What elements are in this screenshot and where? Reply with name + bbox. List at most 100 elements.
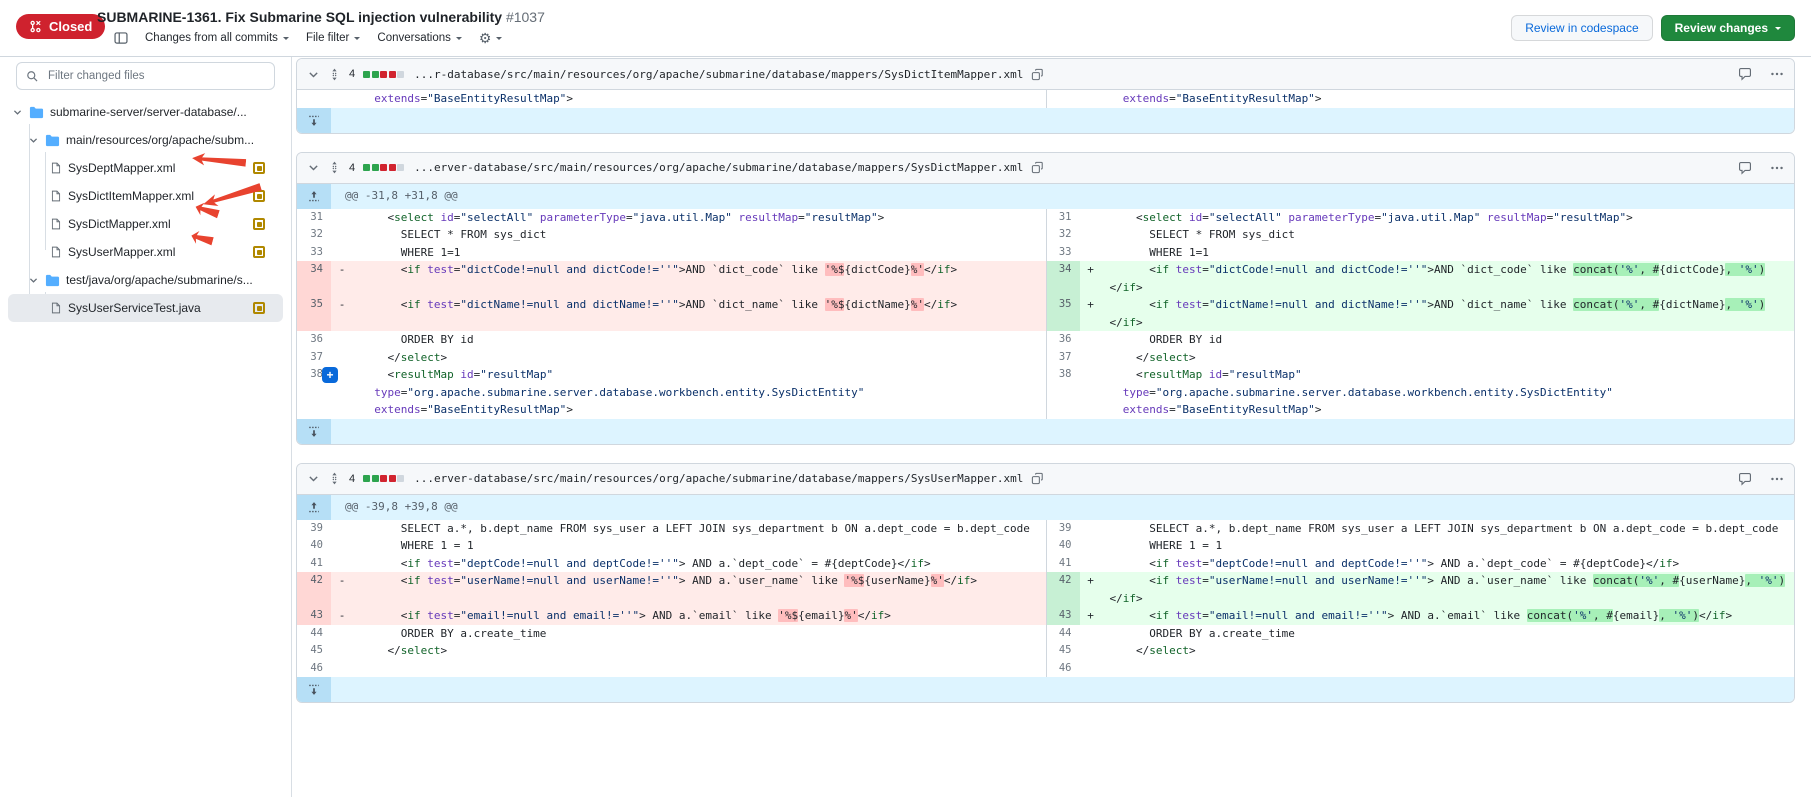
file-filter-input[interactable] [46,69,265,83]
line-number-left[interactable]: 41 [297,555,331,573]
expand-up-button[interactable] [297,495,331,520]
commits-dropdown[interactable]: Changes from all commits [145,32,289,44]
line-number-right[interactable]: 33 [1046,244,1080,262]
line-number-left[interactable]: 46 [297,660,331,678]
expand-down-button[interactable] [297,677,331,702]
line-number-right[interactable]: 43 [1046,607,1080,625]
line-number-right[interactable]: 37 [1046,349,1080,367]
code-cell-right: <if test="email!=null and email!=''"> AN… [1102,607,1795,625]
line-number-right[interactable] [1046,90,1080,108]
pr-header: Closed SUBMARINE-1361. Fix Submarine SQL… [0,0,1811,57]
line-number-right[interactable]: 35 [1046,296,1080,331]
hunk-range: @@ -31,8 +31,8 @@ [331,184,1794,209]
code-cell-left [353,660,1046,678]
comment-icon[interactable] [1738,472,1752,486]
line-number-left[interactable]: 36 [297,331,331,349]
line-number-left[interactable]: 44 [297,625,331,643]
add-comment-button[interactable]: + [322,367,338,383]
line-number-left[interactable]: 39 [297,520,331,538]
chevron-down-icon [12,107,23,118]
comment-icon[interactable] [1738,161,1752,175]
code-line: extends="BaseEntityResultMap"> [1110,90,1795,108]
line-number-left[interactable]: 31 [297,209,331,227]
sidebar-toggle-button[interactable] [114,31,128,45]
diff-settings-dropdown[interactable]: ⚙ [479,32,503,44]
chevron-down-icon [354,37,360,43]
pr-title: SUBMARINE-1361. Fix Submarine SQL inject… [97,9,545,25]
line-sign-left [331,520,353,538]
copy-path-button[interactable] [1031,472,1044,485]
diff-row: 33 WHERE 1=133 WHERE 1=1 [297,244,1794,262]
drag-handle-icon[interactable] [328,161,341,174]
line-number-left[interactable]: 42 [297,572,331,607]
code-line: SELECT a.*, b.dept_name FROM sys_user a … [1110,520,1795,538]
code-line: WHERE 1 = 1 [1110,537,1795,555]
file-filter-dropdown[interactable]: File filter [306,32,360,44]
line-number-left[interactable]: 40 [297,537,331,555]
tree-folder-item[interactable]: main/resources/org/apache/subm... [0,126,291,154]
tree-file-item[interactable]: SysDictMapper.xml [0,210,291,238]
line-number-right[interactable]: 46 [1046,660,1080,678]
review-changes-button[interactable]: Review changes [1661,15,1795,41]
line-number-right[interactable]: 40 [1046,537,1080,555]
line-number-left[interactable]: 32 [297,226,331,244]
line-number-right[interactable]: 34 [1046,261,1080,296]
line-number-left[interactable]: 37 [297,349,331,367]
tree-file-item[interactable]: SysUserServiceTest.java [8,294,283,322]
line-number-right[interactable]: 45 [1046,642,1080,660]
file-name: submarine-server/server-database/... [50,105,247,119]
line-sign-left [331,349,353,367]
line-number-left[interactable]: 45 [297,642,331,660]
copy-path-button[interactable] [1031,161,1044,174]
line-number-right[interactable]: 44 [1046,625,1080,643]
tree-folder-item[interactable]: test/java/org/apache/submarine/s... [0,266,291,294]
tree-folder-item[interactable]: submarine-server/server-database/... [0,98,291,126]
line-number-left[interactable] [297,90,331,108]
collapse-file-button[interactable] [307,472,320,485]
line-number-right[interactable]: 32 [1046,226,1080,244]
review-in-codespace-button[interactable]: Review in codespace [1511,15,1652,41]
line-number-right[interactable]: 39 [1046,520,1080,538]
expand-down-button[interactable] [297,419,331,444]
code-line: </if> [1110,590,1795,608]
line-number-left[interactable]: 43 [297,607,331,625]
line-number-left[interactable]: 35 [297,296,331,331]
file-path: ...r-database/src/main/resources/org/apa… [414,68,1023,81]
folder-icon [45,273,60,288]
collapse-file-button[interactable] [307,161,320,174]
kebab-menu-button[interactable] [1770,472,1784,486]
code-cell-right: <select id="selectAll" parameterType="ja… [1102,209,1795,227]
expand-up-button[interactable] [297,184,331,209]
tree-file-item[interactable]: SysDeptMapper.xml [0,154,291,182]
diff-file: 4...erver-database/src/main/resources/or… [296,152,1795,445]
copy-path-button[interactable] [1031,68,1044,81]
line-number-left[interactable]: 34 [297,261,331,296]
code-cell-right [1102,660,1795,678]
kebab-menu-button[interactable] [1770,67,1784,81]
line-sign-right [1080,349,1102,367]
header-actions: Review in codespace Review changes [1511,15,1795,41]
line-number-left[interactable]: 33 [297,244,331,262]
line-number-right[interactable]: 36 [1046,331,1080,349]
code-cell-left: ORDER BY id [353,331,1046,349]
comment-icon[interactable] [1738,67,1752,81]
tree-file-item[interactable]: SysDictItemMapper.xml [0,182,291,210]
diff-row: 32 SELECT * FROM sys_dict32 SELECT * FRO… [297,226,1794,244]
changes-count: 4 [349,68,355,80]
code-cell-left: <resultMap id="resultMap" type="org.apac… [353,366,1046,419]
line-number-right[interactable]: 31 [1046,209,1080,227]
kebab-menu-button[interactable] [1770,161,1784,175]
line-number-right[interactable]: 38 [1046,366,1080,419]
collapse-file-button[interactable] [307,68,320,81]
conversations-dropdown[interactable]: Conversations [377,32,462,44]
line-sign-right [1080,331,1102,349]
line-number-right[interactable]: 42 [1046,572,1080,607]
drag-handle-icon[interactable] [328,472,341,485]
line-sign-right: + [1080,296,1102,331]
expand-down-button[interactable] [297,108,331,133]
tree-file-item[interactable]: SysUserMapper.xml [0,238,291,266]
drag-handle-icon[interactable] [328,68,341,81]
line-sign-right [1080,226,1102,244]
code-line: <if test="deptCode!=null and deptCode!='… [361,555,1046,573]
line-number-right[interactable]: 41 [1046,555,1080,573]
